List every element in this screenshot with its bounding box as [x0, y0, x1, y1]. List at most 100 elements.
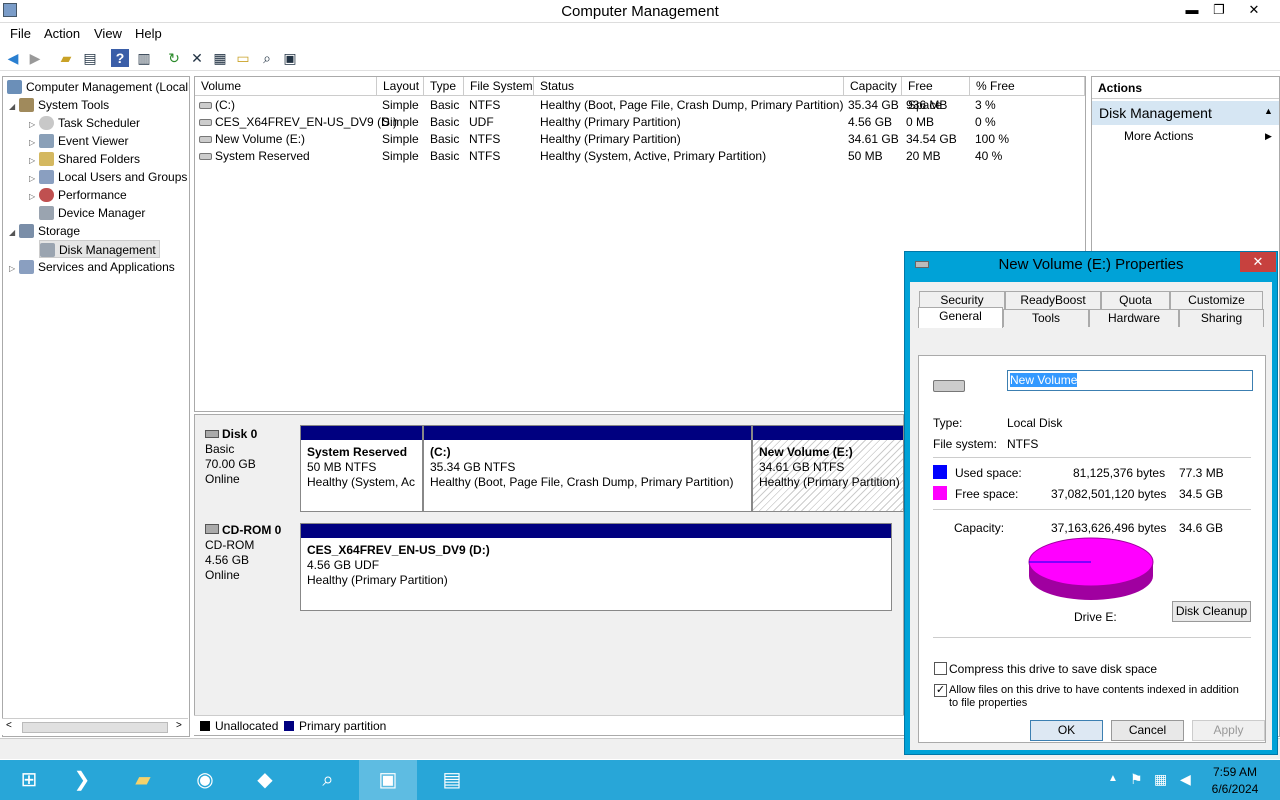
partition-d[interactable]: CES_X64FREV_EN-US_DV9 (D:) 4.56 GB UDF Hea… [300, 523, 892, 611]
drive-label: Drive E: [1074, 610, 1117, 624]
used-space-label: Used space: [955, 466, 1022, 480]
tree-item-disk-management[interactable]: Disk Management [39, 240, 160, 258]
table-row[interactable]: System Reserved Simple Basic NTFS Healthy (S… [195, 148, 1083, 165]
tab-general[interactable]: General [918, 307, 1003, 328]
clock-time[interactable]: 7:59 AM [1212, 765, 1258, 779]
refresh-icon[interactable]: ↻ [165, 49, 183, 67]
show-hide-tree-icon[interactable]: ▤ [81, 49, 99, 67]
show-hidden-icons-icon[interactable]: ▲ [1108, 773, 1118, 784]
expand-arrow-icon[interactable]: ▷ [9, 260, 19, 278]
more-actions-link[interactable]: More Actions [1124, 129, 1193, 143]
tab-quota[interactable]: Quota [1101, 291, 1170, 309]
actions-section-disk-management[interactable]: Disk Management ▲ [1092, 101, 1279, 125]
tab-sharing[interactable]: Sharing [1179, 309, 1264, 327]
ok-button[interactable]: OK [1030, 720, 1103, 741]
menu-file[interactable]: File [10, 26, 31, 41]
tree-item-system-tools[interactable]: ◢ System Tools [9, 96, 109, 114]
tree-item-storage[interactable]: ◢ Storage [9, 222, 80, 240]
show-hide-action-pane-icon[interactable]: ▥ [135, 49, 153, 67]
scroll-thumb[interactable] [22, 722, 168, 733]
column-header-status[interactable]: Status [534, 77, 844, 96]
flag-icon[interactable]: ⚑ [1130, 771, 1143, 788]
performance-icon [39, 188, 54, 202]
clock-date[interactable]: 6/6/2024 [1208, 782, 1262, 796]
column-header-volume[interactable]: Volume [195, 77, 377, 96]
scroll-left-icon[interactable]: < [6, 720, 12, 731]
tree-item-event-viewer[interactable]: ▷ Event Viewer [29, 132, 128, 150]
scroll-right-icon[interactable]: > [176, 720, 182, 731]
collapse-arrow-icon[interactable]: ◢ [9, 224, 19, 242]
partition-c[interactable]: (C:) 35.34 GB NTFS Healthy (Boot, Page Fil… [423, 425, 752, 512]
disk-cleanup-button[interactable]: Disk Cleanup [1172, 601, 1251, 622]
tree-item-services-applications[interactable]: ▷ Services and Applications [9, 258, 175, 276]
tree-item-shared-folders[interactable]: ▷ Shared Folders [29, 150, 140, 168]
menu-view[interactable]: View [94, 26, 122, 41]
disk-management-icon [40, 243, 55, 257]
cancel-button[interactable]: Cancel [1111, 720, 1184, 741]
column-header-layout[interactable]: Layout [377, 77, 424, 96]
restore-button[interactable]: ❐ [1206, 0, 1232, 20]
dialog-close-button[interactable]: ✕ [1240, 252, 1276, 272]
volume-name-input[interactable]: New Volume [1007, 370, 1253, 391]
disk-0-label[interactable]: Disk 0 Basic 70.00 GB Online [197, 423, 297, 513]
close-button[interactable]: ✕ [1234, 0, 1274, 20]
tab-tools[interactable]: Tools [1003, 309, 1089, 327]
speaker-icon[interactable]: ◀ [1180, 771, 1191, 788]
table-row[interactable]: New Volume (E:) Simple Basic NTFS Healthy (P… [195, 131, 1083, 148]
start-icon[interactable]: ⊞ [0, 760, 58, 800]
tree-item-computer-management[interactable]: Computer Management (Local [7, 78, 188, 96]
tree-item-local-users[interactable]: ▷ Local Users and Groups [29, 168, 187, 186]
table-row[interactable]: CES_X64FREV_EN-US_DV9 (D:) Simple Basic UDF… [195, 114, 1083, 131]
delete-icon[interactable]: ✕ [188, 49, 206, 67]
index-checkbox[interactable]: ✓ [934, 684, 947, 697]
column-header-type[interactable]: Type [424, 77, 464, 96]
file-explorer-icon[interactable]: ▰ [114, 760, 172, 800]
cdrom-0-label[interactable]: CD-ROM 0 CD-ROM 4.56 GB Online [197, 519, 297, 615]
cell-capacity: 35.34 GB [848, 98, 899, 112]
column-header-file-system[interactable]: File System [464, 77, 534, 96]
virtualbox-icon[interactable]: ◆ [236, 760, 294, 800]
column-header-free-space[interactable]: Free Space [902, 77, 970, 112]
partition-e[interactable]: New Volume (E:) 34.61 GB NTFS Healthy (Pri… [752, 425, 904, 512]
tools-icon [19, 98, 34, 112]
tab-readyboost[interactable]: ReadyBoost [1005, 291, 1101, 309]
tab-hardware[interactable]: Hardware [1089, 309, 1179, 327]
compress-label: Compress this drive to save disk space [949, 662, 1158, 676]
properties-icon[interactable]: ▦ [211, 49, 229, 67]
open-folder-icon[interactable]: ▭ [234, 49, 252, 67]
rescan-disk-icon[interactable]: ▣ [281, 49, 299, 67]
collapse-arrow-icon[interactable]: ◢ [9, 98, 19, 116]
cell-percent-free: 40 % [975, 149, 1003, 163]
cell-free-space: 0 MB [906, 115, 935, 129]
event-viewer-icon [39, 134, 54, 148]
forward-arrow-icon[interactable]: ▶ [26, 49, 44, 67]
tree-item-performance[interactable]: ▷ Performance [29, 186, 127, 204]
apply-button[interactable]: Apply [1192, 720, 1265, 741]
menu-help[interactable]: Help [135, 26, 162, 41]
tree-item-task-scheduler[interactable]: ▷ Task Scheduler [29, 114, 140, 132]
column-header-capacity[interactable]: Capacity [844, 77, 902, 96]
computer-management-taskbar-icon[interactable]: ▣ [359, 760, 417, 800]
submenu-arrow-icon[interactable]: ▶ [1265, 131, 1272, 142]
column-header-percent-free[interactable]: % Free [970, 77, 1085, 96]
tab-customize[interactable]: Customize [1170, 291, 1263, 309]
expand-arrow-icon[interactable]: ▷ [29, 188, 39, 206]
tree-item-device-manager[interactable]: Device Manager [39, 204, 145, 222]
browser-icon[interactable]: ◉ [176, 760, 234, 800]
compress-checkbox[interactable] [934, 662, 947, 675]
partition-system-reserved[interactable]: System Reserved 50 MB NTFS Healthy (System… [300, 425, 423, 512]
search-icon[interactable]: ⌕ [258, 49, 276, 67]
tree-horizontal-scrollbar[interactable]: < > [2, 718, 188, 735]
search-app-icon[interactable]: ⌕ [299, 760, 357, 800]
dialog-body: Security ReadyBoost Quota Customize Gene… [910, 282, 1272, 750]
help-icon[interactable]: ? [111, 49, 129, 67]
network-icon[interactable]: ▦ [1154, 771, 1167, 788]
collapse-icon[interactable]: ▲ [1264, 106, 1273, 116]
back-arrow-icon[interactable]: ◀ [4, 49, 22, 67]
up-folder-icon[interactable]: ▰ [57, 49, 75, 67]
powershell-icon[interactable]: ❯ [53, 760, 111, 800]
minimize-button[interactable]: ▬ [1178, 0, 1206, 20]
menu-action[interactable]: Action [44, 26, 80, 41]
table-row[interactable]: (C:) Simple Basic NTFS Healthy (Boot, Page F… [195, 97, 1083, 114]
disk-tool-icon[interactable]: ▤ [423, 760, 481, 800]
